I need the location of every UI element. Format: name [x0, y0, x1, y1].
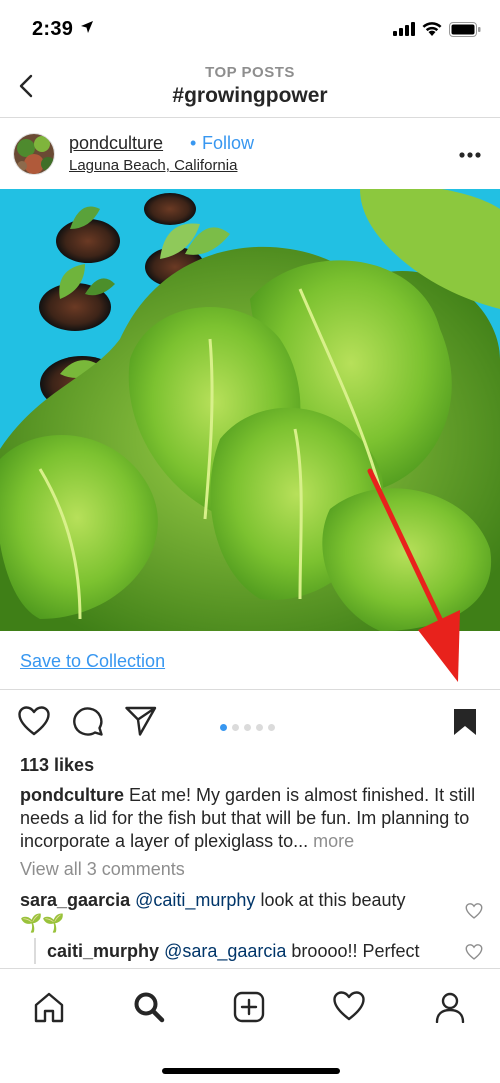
bookmark-filled-icon[interactable] — [453, 708, 477, 736]
reply-item: caiti_murphy @sara_gaarcia broooo!! Perf… — [47, 941, 457, 962]
reply-text: broooo!! Perfect — [291, 941, 420, 961]
comment-emoji: 🌱🌱 — [20, 913, 65, 933]
home-indicator — [162, 1068, 340, 1074]
nav-header: TOP POSTS #growingpower — [0, 60, 500, 118]
comment-mention[interactable]: @caiti_murphy — [135, 890, 255, 910]
save-to-collection-bar: Save to Collection — [0, 631, 500, 690]
post-location[interactable]: Laguna Beach, California — [69, 157, 237, 174]
battery-icon — [449, 22, 481, 37]
status-bar: 2:39 — [0, 0, 500, 60]
carousel-dot — [268, 724, 275, 731]
carousel-dot — [256, 724, 263, 731]
bottom-tab-bar — [0, 968, 500, 1083]
follow-separator: • — [190, 133, 197, 153]
heart-icon[interactable] — [18, 706, 50, 736]
activity-heart-icon[interactable] — [333, 991, 365, 1021]
post-header: pondculture • Follow Laguna Beach, Calif… — [0, 119, 500, 189]
reply-mention[interactable]: @sara_gaarcia — [164, 941, 286, 961]
post-action-bar — [0, 690, 500, 752]
nav-subtitle: TOP POSTS — [205, 64, 295, 81]
share-icon[interactable] — [125, 706, 157, 736]
carousel-dot — [244, 724, 251, 731]
post-username[interactable]: pondculture — [69, 133, 163, 154]
save-to-collection-link[interactable]: Save to Collection — [20, 651, 165, 672]
carousel-dots — [220, 718, 280, 736]
comment-item: sara_gaarcia @caiti_murphy look at this … — [20, 889, 460, 935]
add-post-icon[interactable] — [233, 991, 265, 1023]
search-icon[interactable] — [133, 991, 165, 1023]
view-all-comments-link[interactable]: View all 3 comments — [20, 859, 185, 880]
page-title: #growingpower — [172, 84, 328, 107]
follow-button[interactable]: Follow — [202, 133, 254, 154]
post-photo[interactable] — [0, 189, 500, 631]
post-caption: pondculture Eat me! My garden is almost … — [20, 784, 482, 853]
more-options-icon[interactable] — [458, 151, 482, 159]
comment-username[interactable]: sara_gaarcia — [20, 890, 130, 910]
location-arrow-icon — [81, 21, 93, 33]
reply-username[interactable]: caiti_murphy — [47, 941, 159, 961]
cellular-signal-icon — [393, 22, 415, 36]
reply-thread-line — [34, 938, 36, 964]
comment-like-heart-icon[interactable] — [465, 903, 483, 919]
avatar[interactable] — [13, 133, 55, 175]
home-icon[interactable] — [33, 991, 65, 1023]
carousel-dot — [220, 724, 227, 731]
status-time: 2:39 — [32, 18, 74, 40]
caption-username[interactable]: pondculture — [20, 785, 124, 805]
wifi-icon — [422, 22, 442, 36]
reply-like-heart-icon[interactable] — [465, 944, 483, 960]
likes-count[interactable]: 113 likes — [20, 755, 94, 776]
carousel-dot — [232, 724, 239, 731]
caption-more-link[interactable]: more — [313, 831, 354, 851]
profile-icon[interactable] — [434, 991, 466, 1023]
comment-icon[interactable] — [72, 706, 104, 736]
comment-text: look at this beauty — [260, 890, 406, 910]
